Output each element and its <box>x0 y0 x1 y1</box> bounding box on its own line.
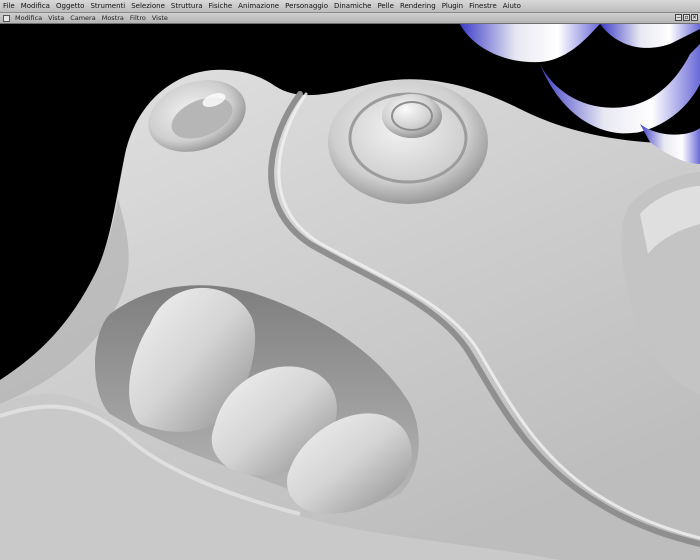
restore-icon[interactable]: ▫ <box>683 14 690 21</box>
panel-menu-icon[interactable] <box>3 14 10 22</box>
minimize-icon[interactable]: − <box>675 14 682 21</box>
panel-menu-filtro[interactable]: Filtro <box>127 13 149 23</box>
rope-segment <box>540 44 700 134</box>
menu-struttura[interactable]: Struttura <box>168 0 206 12</box>
panel-menu-viste[interactable]: Viste <box>149 13 171 23</box>
3d-viewport[interactable] <box>0 24 700 560</box>
panel-menu-camera[interactable]: Camera <box>67 13 99 23</box>
menu-strumenti[interactable]: Strumenti <box>87 0 128 12</box>
rope-segment <box>600 24 700 48</box>
menu-oggetto[interactable]: Oggetto <box>53 0 87 12</box>
rope-segment <box>460 24 600 63</box>
viewport-canvas[interactable] <box>0 24 700 560</box>
menu-plugin[interactable]: Plugin <box>439 0 466 12</box>
menu-aiuto[interactable]: Aiuto <box>500 0 524 12</box>
close-icon[interactable]: × <box>691 14 698 21</box>
panel-menu-mostra[interactable]: Mostra <box>99 13 127 23</box>
menu-finestre[interactable]: Finestre <box>466 0 500 12</box>
panel-menu-vista[interactable]: Vista <box>45 13 67 23</box>
panel-menu-modifica[interactable]: Modifica <box>12 13 45 23</box>
menu-file[interactable]: File <box>0 0 18 12</box>
menu-rendering[interactable]: Rendering <box>397 0 439 12</box>
menu-animazione[interactable]: Animazione <box>235 0 282 12</box>
menu-dinamiche[interactable]: Dinamiche <box>331 0 374 12</box>
menu-personaggio[interactable]: Personaggio <box>282 0 331 12</box>
menu-fisiche[interactable]: Fisiche <box>206 0 236 12</box>
menu-selezione[interactable]: Selezione <box>128 0 168 12</box>
menu-modifica[interactable]: Modifica <box>18 0 53 12</box>
panel-window-controls: − ▫ × <box>675 14 698 21</box>
viewport-panel-bar: Modifica Vista Camera Mostra Filtro Vist… <box>0 13 700 24</box>
main-menubar: File Modifica Oggetto Strumenti Selezion… <box>0 0 700 13</box>
menu-pelle[interactable]: Pelle <box>374 0 396 12</box>
